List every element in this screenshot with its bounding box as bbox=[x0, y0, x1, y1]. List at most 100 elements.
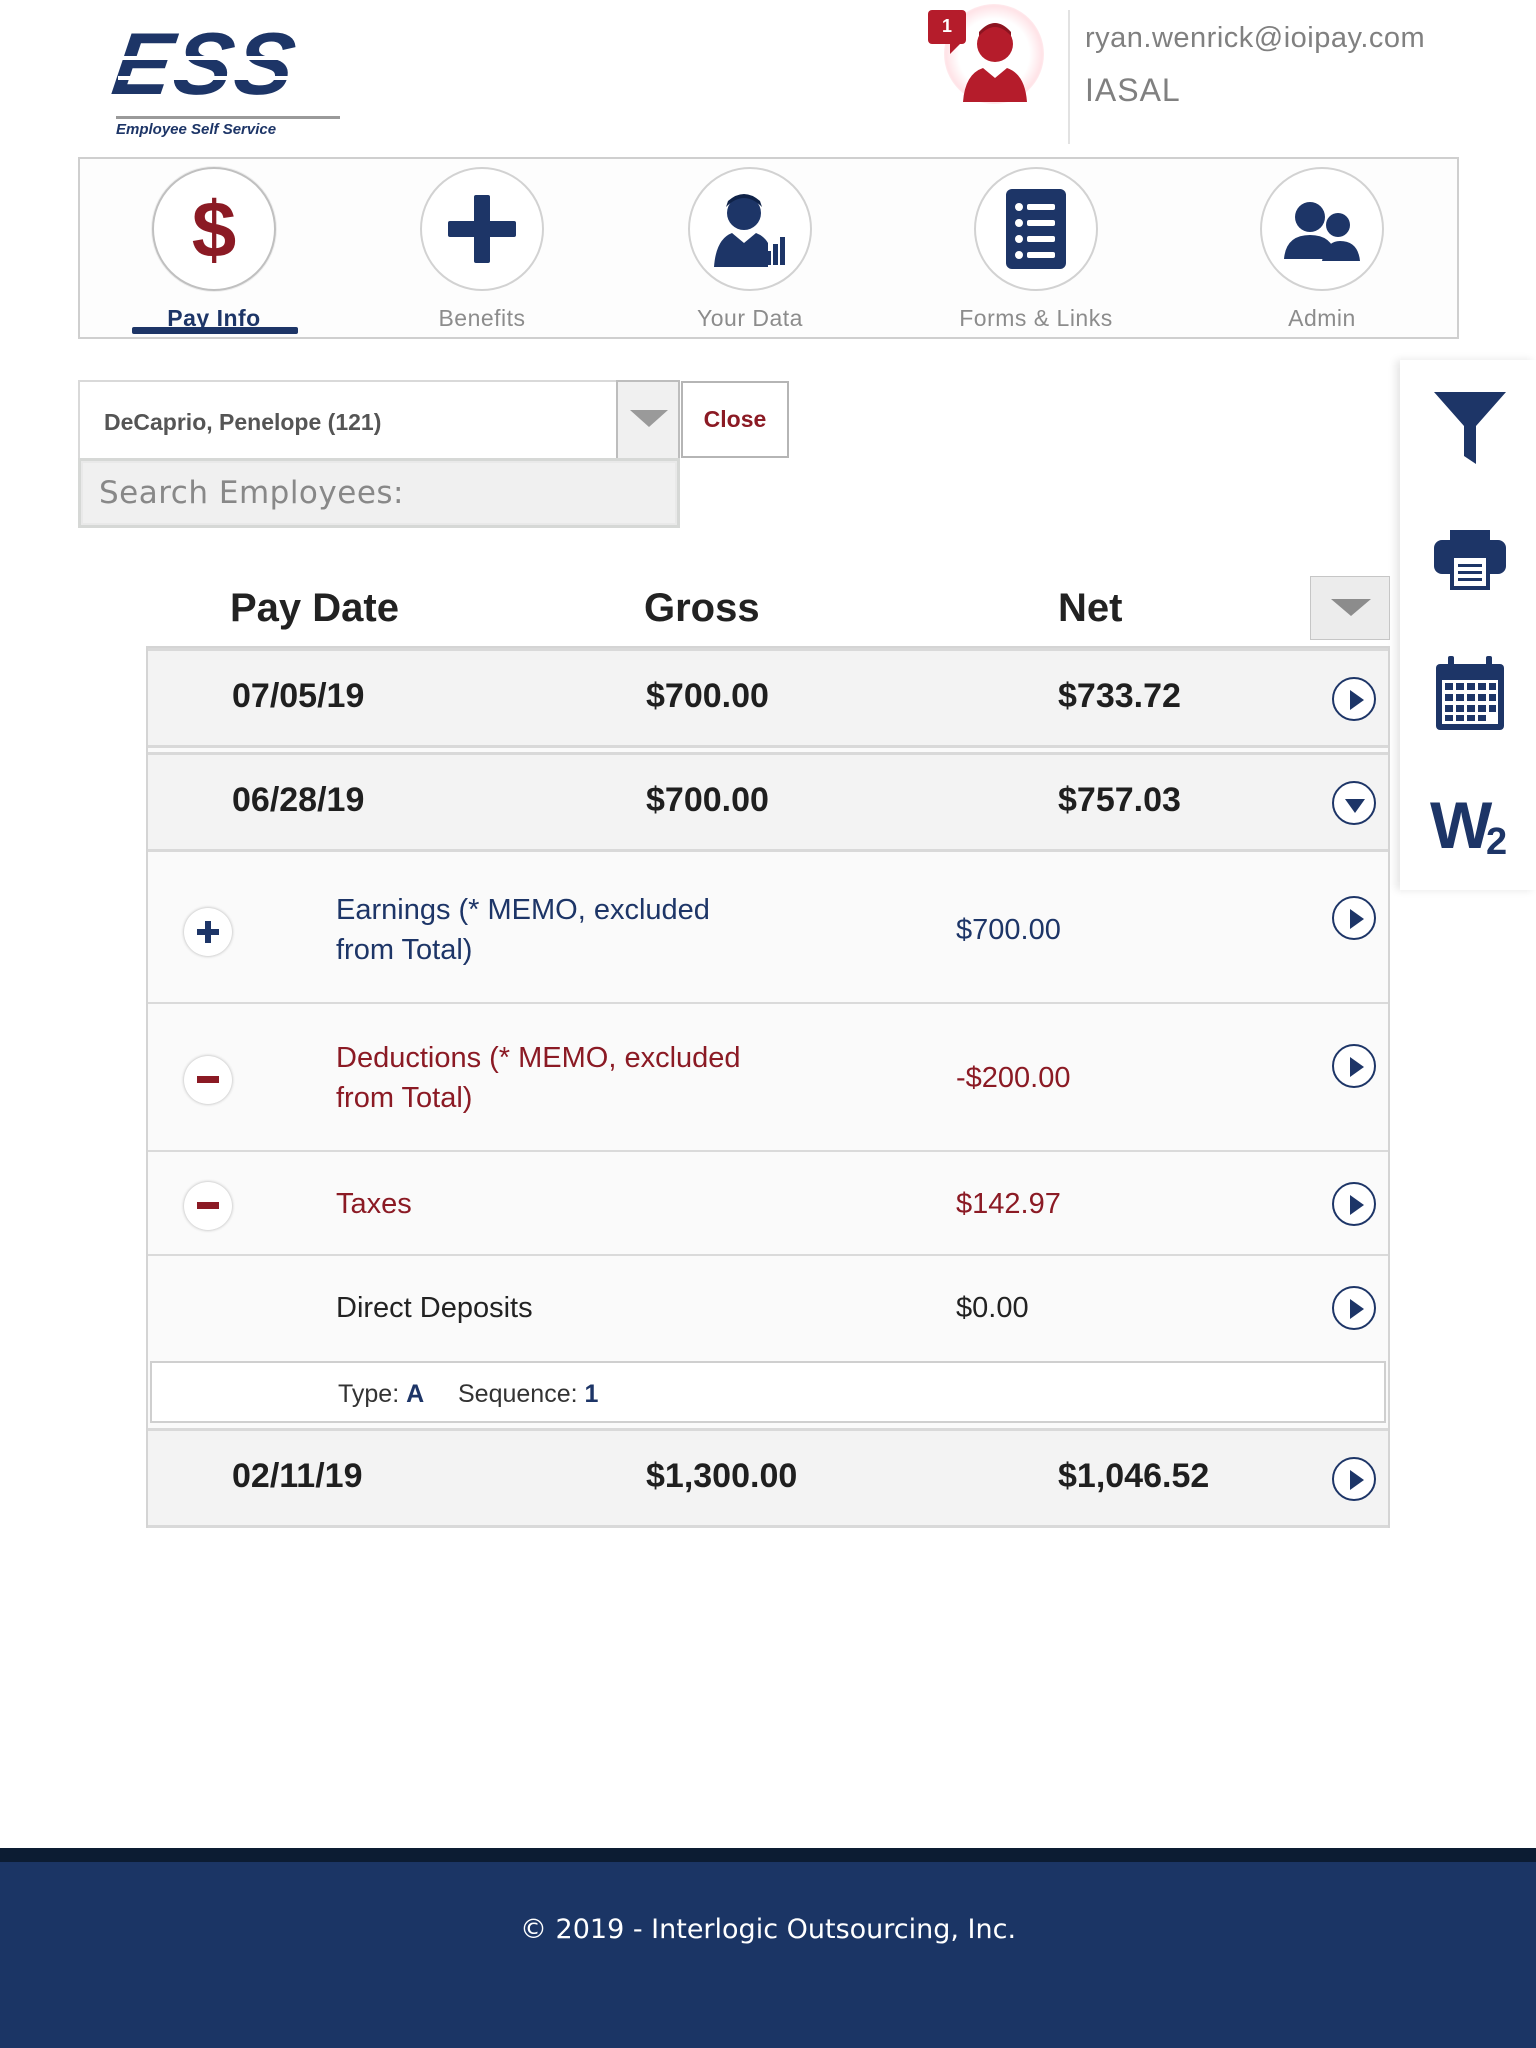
header-gross: Gross bbox=[644, 586, 760, 630]
employee-search-input[interactable]: Search Employees: bbox=[78, 458, 680, 528]
pay-gross: $700.00 bbox=[646, 781, 769, 819]
earnings-row[interactable]: Earnings (* MEMO, excluded from Total) $… bbox=[148, 856, 1388, 1004]
minus-icon[interactable] bbox=[184, 1056, 232, 1104]
header-divider bbox=[1068, 10, 1070, 144]
deposit-type: Type: A bbox=[338, 1380, 424, 1409]
nav-your-data[interactable]: Your Data bbox=[650, 167, 850, 337]
header-net: Net bbox=[1058, 586, 1123, 630]
nav-admin[interactable]: Admin bbox=[1222, 167, 1422, 337]
pay-row[interactable]: 06/28/19 $700.00 $757.03 bbox=[148, 752, 1388, 852]
pay-row[interactable]: 07/05/19 $700.00 $733.72 bbox=[148, 648, 1388, 748]
deposit-sequence-value: 1 bbox=[584, 1380, 599, 1408]
employee-dropdown[interactable]: DeCaprio, Penelope (121) bbox=[78, 380, 680, 460]
nav-forms-links[interactable]: Forms & Links bbox=[936, 167, 1136, 337]
earnings-amount: $700.00 bbox=[956, 914, 1061, 946]
chevron-down-icon[interactable] bbox=[616, 380, 680, 460]
filter-button[interactable] bbox=[1430, 386, 1510, 466]
main-nav: $ Pay Info Benefits Your Data Forms & Li… bbox=[78, 157, 1459, 339]
selected-employee: DeCaprio, Penelope (121) bbox=[104, 409, 382, 435]
footer: © 2019 - Interlogic Outsourcing, Inc. bbox=[0, 1862, 1536, 2048]
deposit-type-label: Type: bbox=[338, 1380, 400, 1408]
logo-stripe bbox=[118, 76, 340, 80]
tool-rail: W 2 bbox=[1400, 360, 1536, 890]
pay-table: 07/05/19 $700.00 $733.72 06/28/19 $700.0… bbox=[146, 646, 1390, 1528]
direct-deposits-amount: $0.00 bbox=[956, 1292, 1029, 1324]
nav-pay-info[interactable]: $ Pay Info bbox=[114, 167, 314, 337]
deposit-sequence: Sequence: 1 bbox=[458, 1380, 598, 1409]
expand-arrow-icon[interactable] bbox=[1332, 1044, 1376, 1088]
expand-arrow-icon[interactable] bbox=[1332, 1182, 1376, 1226]
minus-icon[interactable] bbox=[184, 1182, 232, 1230]
w2-letter: W bbox=[1430, 788, 1493, 860]
person-chart-icon bbox=[714, 194, 785, 267]
nav-icon-circle bbox=[974, 167, 1098, 291]
pay-net: $757.03 bbox=[1058, 781, 1181, 819]
close-button[interactable]: Close bbox=[681, 381, 789, 458]
taxes-amount: $142.97 bbox=[956, 1188, 1061, 1220]
expand-arrow-icon[interactable] bbox=[1332, 1457, 1376, 1501]
logo-stripe bbox=[118, 56, 340, 60]
footer-stripe bbox=[0, 1848, 1536, 1862]
ess-logo[interactable]: ESS Employee Self Service bbox=[107, 14, 344, 138]
deposit-sequence-label: Sequence: bbox=[458, 1380, 578, 1408]
w2-button[interactable]: W 2 bbox=[1430, 780, 1510, 863]
nav-icon-circle bbox=[420, 167, 544, 291]
pay-gross: $700.00 bbox=[646, 677, 769, 715]
user-avatar-icon bbox=[963, 23, 1027, 102]
printer-icon bbox=[1434, 530, 1506, 590]
active-tab-indicator bbox=[132, 327, 298, 334]
nav-label: Your Data bbox=[697, 305, 803, 331]
users-icon bbox=[1284, 202, 1360, 261]
user-company: IASAL bbox=[1085, 72, 1181, 108]
pay-table-header: Pay Date Gross Net bbox=[146, 570, 1390, 646]
logo-tagline: Employee Self Service bbox=[116, 121, 277, 138]
deductions-label-line: from Total) bbox=[336, 1082, 473, 1114]
earnings-label: Earnings (* MEMO, excluded from Total) bbox=[336, 890, 710, 970]
expand-arrow-icon[interactable] bbox=[1332, 677, 1376, 721]
logo-rule bbox=[116, 116, 340, 119]
earnings-label-line: from Total) bbox=[336, 934, 473, 966]
deductions-label-line: Deductions (* MEMO, excluded bbox=[336, 1042, 741, 1074]
deposit-info-row: Type: A Sequence: 1 bbox=[150, 1361, 1386, 1423]
expand-arrow-icon[interactable] bbox=[1332, 1286, 1376, 1330]
plus-icon[interactable] bbox=[184, 908, 232, 956]
deductions-label: Deductions (* MEMO, excluded from Total) bbox=[336, 1038, 741, 1118]
footer-copyright: © 2019 - Interlogic Outsourcing, Inc. bbox=[519, 1914, 1017, 1945]
svg-text:$: $ bbox=[192, 189, 237, 269]
notification-badge[interactable]: 1 bbox=[928, 10, 966, 54]
taxes-row[interactable]: Taxes $142.97 bbox=[148, 1152, 1388, 1256]
nav-benefits[interactable]: Benefits bbox=[382, 167, 582, 337]
direct-deposits-row[interactable]: Direct Deposits $0.00 bbox=[148, 1256, 1388, 1360]
pay-date: 07/05/19 bbox=[232, 677, 365, 715]
calendar-button[interactable] bbox=[1430, 654, 1510, 734]
w2-icon: W 2 bbox=[1430, 788, 1507, 863]
nav-icon-circle bbox=[688, 167, 812, 291]
header-pay-date: Pay Date bbox=[230, 586, 399, 630]
nav-label: Forms & Links bbox=[959, 305, 1113, 331]
print-button[interactable] bbox=[1430, 516, 1510, 596]
expand-arrow-icon[interactable] bbox=[1332, 896, 1376, 940]
earnings-label-line: Earnings (* MEMO, excluded bbox=[336, 894, 710, 926]
pay-gross: $1,300.00 bbox=[646, 1457, 798, 1495]
w2-subscript: 2 bbox=[1486, 821, 1507, 860]
pay-net: $1,046.52 bbox=[1058, 1457, 1210, 1495]
deductions-amount: -$200.00 bbox=[956, 1062, 1071, 1094]
sort-dropdown-button[interactable] bbox=[1310, 576, 1390, 640]
deposit-type-value: A bbox=[406, 1380, 425, 1408]
user-email: ryan.wenrick@ioipay.com bbox=[1085, 22, 1426, 54]
pay-date: 06/28/19 bbox=[232, 781, 365, 819]
logo-text: ESS bbox=[107, 14, 304, 113]
direct-deposits-label: Direct Deposits bbox=[336, 1292, 533, 1324]
nav-icon-circle: $ bbox=[152, 167, 276, 291]
pay-date: 02/11/19 bbox=[232, 1457, 363, 1495]
calendar-icon bbox=[1436, 656, 1504, 730]
collapse-arrow-icon[interactable] bbox=[1332, 781, 1376, 825]
pay-row[interactable]: 02/11/19 $1,300.00 $1,046.52 bbox=[148, 1428, 1388, 1528]
pay-net: $733.72 bbox=[1058, 677, 1181, 715]
filter-icon bbox=[1434, 392, 1506, 464]
plus-icon bbox=[448, 195, 516, 263]
taxes-label: Taxes bbox=[336, 1188, 412, 1220]
nav-icon-circle bbox=[1260, 167, 1384, 291]
deductions-row[interactable]: Deductions (* MEMO, excluded from Total)… bbox=[148, 1004, 1388, 1152]
nav-label: Benefits bbox=[438, 305, 526, 331]
